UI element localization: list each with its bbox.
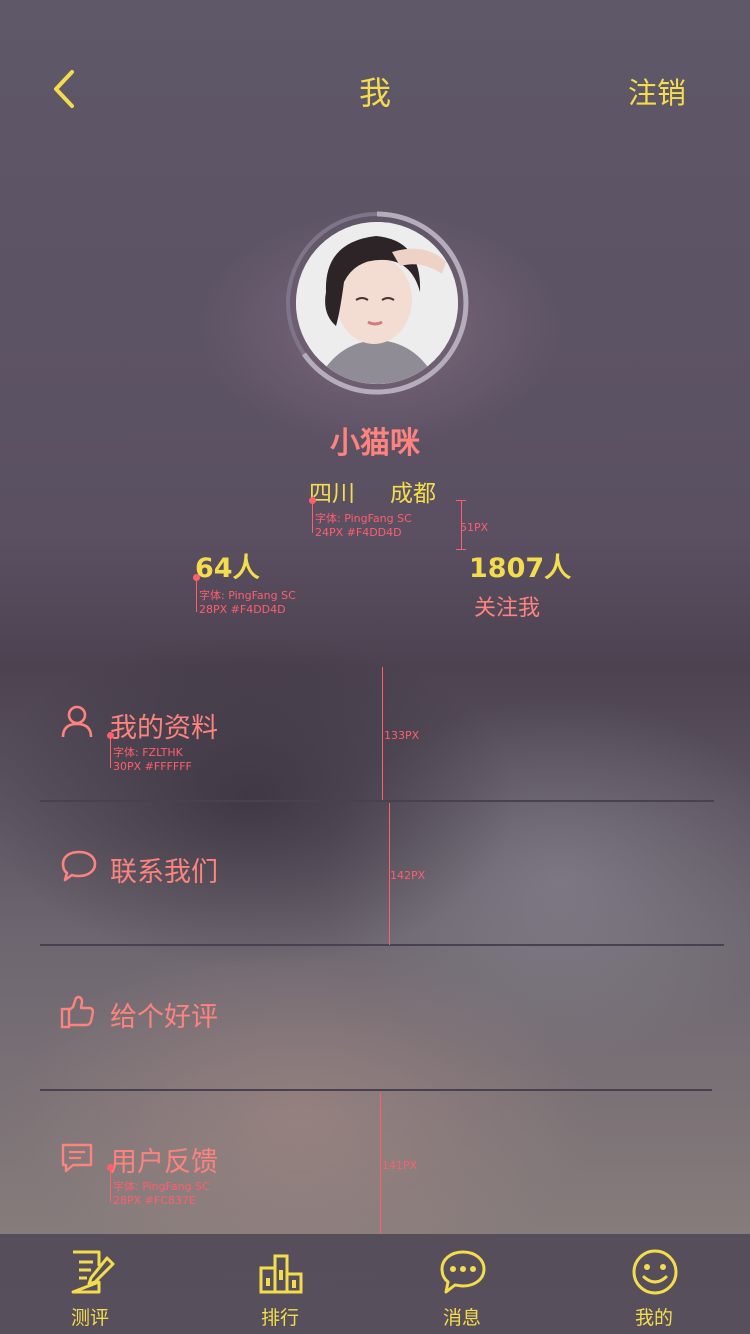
feedback-icon — [61, 1143, 93, 1173]
annotation-height-label: 133PX — [384, 729, 420, 742]
bottom-tab-bar: 测评 排行 消息 我的 — [0, 1234, 750, 1334]
annotation-font-label: 字体: PingFang SC — [113, 1180, 210, 1193]
user-icon — [61, 705, 93, 738]
chat-bubble-icon — [61, 850, 97, 882]
top-nav-bar: 我 注销 — [0, 0, 750, 180]
annotation-spec-label: 30PX #FFFFFF — [113, 760, 192, 773]
tab-review[interactable]: 测评 — [30, 1234, 150, 1334]
logout-button[interactable]: 注销 — [628, 70, 686, 112]
annotation-height-label: 141PX — [382, 1159, 418, 1172]
annotation-leader-line — [110, 1170, 111, 1202]
smile-icon — [632, 1249, 678, 1295]
annotation-measure-line — [380, 1093, 381, 1234]
tab-mine[interactable]: 我的 — [594, 1234, 714, 1334]
annotation-measure-cap — [456, 500, 466, 501]
annotation-spec-label: 24PX #F4DD4D — [315, 526, 402, 539]
menu-item-feedback[interactable]: 用户反馈 — [0, 1091, 750, 1234]
message-icon — [440, 1250, 486, 1294]
annotation-font-label: 字体: PingFang SC — [199, 589, 296, 602]
annotation-measure-line — [382, 667, 383, 800]
user-nickname: 小猫咪 — [330, 426, 420, 461]
menu-item-contact-us[interactable]: 联系我们 — [0, 802, 750, 944]
following-count[interactable]: 64人 — [195, 546, 260, 585]
menu-item-rate-us[interactable]: 给个好评 — [0, 946, 750, 1089]
menu-item-label: 我的资料 — [110, 713, 218, 744]
tab-label: 测评 — [70, 1307, 109, 1329]
annotation-font-label: 字体: PingFang SC — [315, 512, 412, 525]
annotation-spec-label: 28PX #F4DD4D — [199, 603, 286, 616]
annotation-spec-label: 28PX #FC837E — [113, 1194, 196, 1207]
tab-label: 我的 — [634, 1307, 673, 1329]
annotation-leader-line — [110, 738, 111, 768]
annotation-measure-cap — [456, 549, 466, 550]
ranking-icon — [259, 1254, 303, 1294]
annotation-gap-label: 51PX — [460, 521, 489, 534]
thumbs-up-icon — [60, 995, 94, 1029]
location-city: 成都 — [390, 481, 436, 507]
menu-item-label: 给个好评 — [110, 1002, 218, 1033]
menu-item-label: 联系我们 — [110, 857, 218, 888]
annotation-leader-line — [196, 580, 197, 612]
tab-label: 排行 — [260, 1307, 299, 1329]
followers-count[interactable]: 1807人 — [469, 546, 571, 585]
annotation-leader-line — [312, 503, 313, 533]
avatar[interactable] — [284, 210, 470, 396]
edit-document-icon — [71, 1250, 115, 1294]
avatar-photo — [296, 222, 458, 384]
menu-item-label: 用户反馈 — [110, 1147, 218, 1178]
location-province: 四川 — [309, 481, 355, 507]
annotation-height-label: 142PX — [390, 869, 426, 882]
tab-label: 消息 — [442, 1307, 481, 1329]
annotation-font-label: 字体: FZLTHK — [113, 746, 183, 759]
tab-messages[interactable]: 消息 — [402, 1234, 522, 1334]
followers-label[interactable]: 关注我 — [474, 590, 540, 622]
tab-ranking[interactable]: 排行 — [220, 1234, 340, 1334]
